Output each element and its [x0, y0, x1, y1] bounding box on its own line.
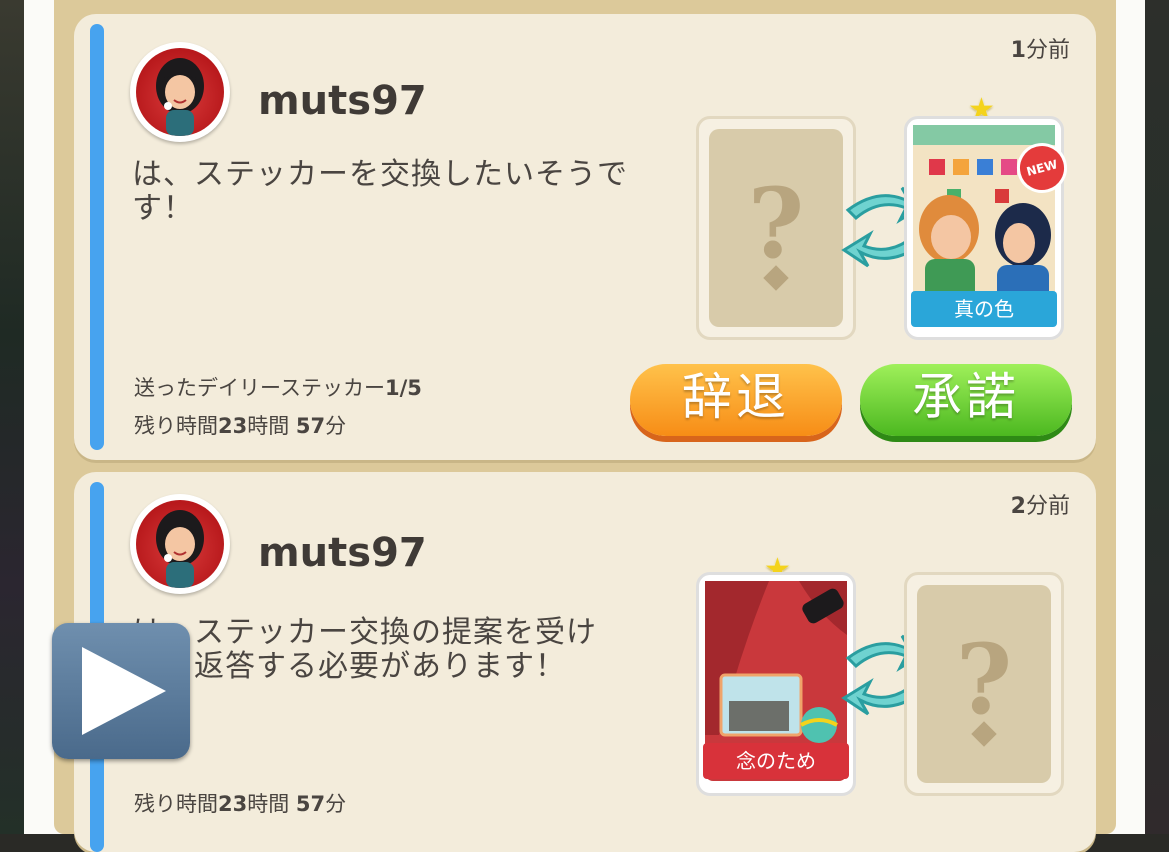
notification-card-trade-request: 1分前 muts97 は、ステッカーを交換したいそうです！ 送ったデイリーステッ… [74, 14, 1096, 460]
avatar[interactable] [130, 42, 230, 142]
remaining-time: 残り時間23時間 57分 [134, 414, 347, 438]
avatar-portrait-icon [156, 510, 204, 588]
question-mark-icon: ? [955, 623, 1013, 736]
accept-button[interactable]: 承諾 [860, 364, 1072, 436]
background-right [1145, 0, 1169, 834]
decline-button[interactable]: 辞退 [630, 364, 842, 436]
sticker-card-name: 念のため [703, 743, 849, 779]
question-mark-icon: ? [747, 167, 805, 280]
trade-message: は、ステッカーを交換したいそうです！ [132, 157, 628, 226]
accent-strip [90, 24, 104, 450]
sticker-card-just-in-case[interactable]: 念のため [696, 572, 856, 796]
avatar[interactable] [130, 494, 230, 594]
mystery-sticker-card[interactable]: ? [904, 572, 1064, 796]
timestamp: 2分前 [1010, 494, 1070, 519]
play-button[interactable] [52, 623, 190, 759]
username: muts97 [258, 530, 427, 576]
notification-card-trade-proposal: 2分前 muts97 は、ステッカー交換の提案を受け た、返答する必要があります… [74, 472, 1096, 852]
play-icon [82, 647, 166, 735]
remaining-time: 残り時間23時間 57分 [134, 792, 347, 816]
avatar-portrait-icon [156, 58, 204, 136]
mystery-sticker-card[interactable]: ? [696, 116, 856, 340]
proposal-message: は、ステッカー交換の提案を受け た、返答する必要があります！ [132, 615, 597, 684]
daily-sticker-count: 送ったデイリーステッカー1/5 [134, 376, 422, 400]
background-left [0, 0, 24, 834]
sticker-card-true-colors[interactable]: NEW 真の色 [904, 116, 1073, 340]
timestamp: 1分前 [1010, 38, 1070, 63]
username: muts97 [258, 78, 427, 124]
sticker-card-name: 真の色 [911, 291, 1057, 327]
